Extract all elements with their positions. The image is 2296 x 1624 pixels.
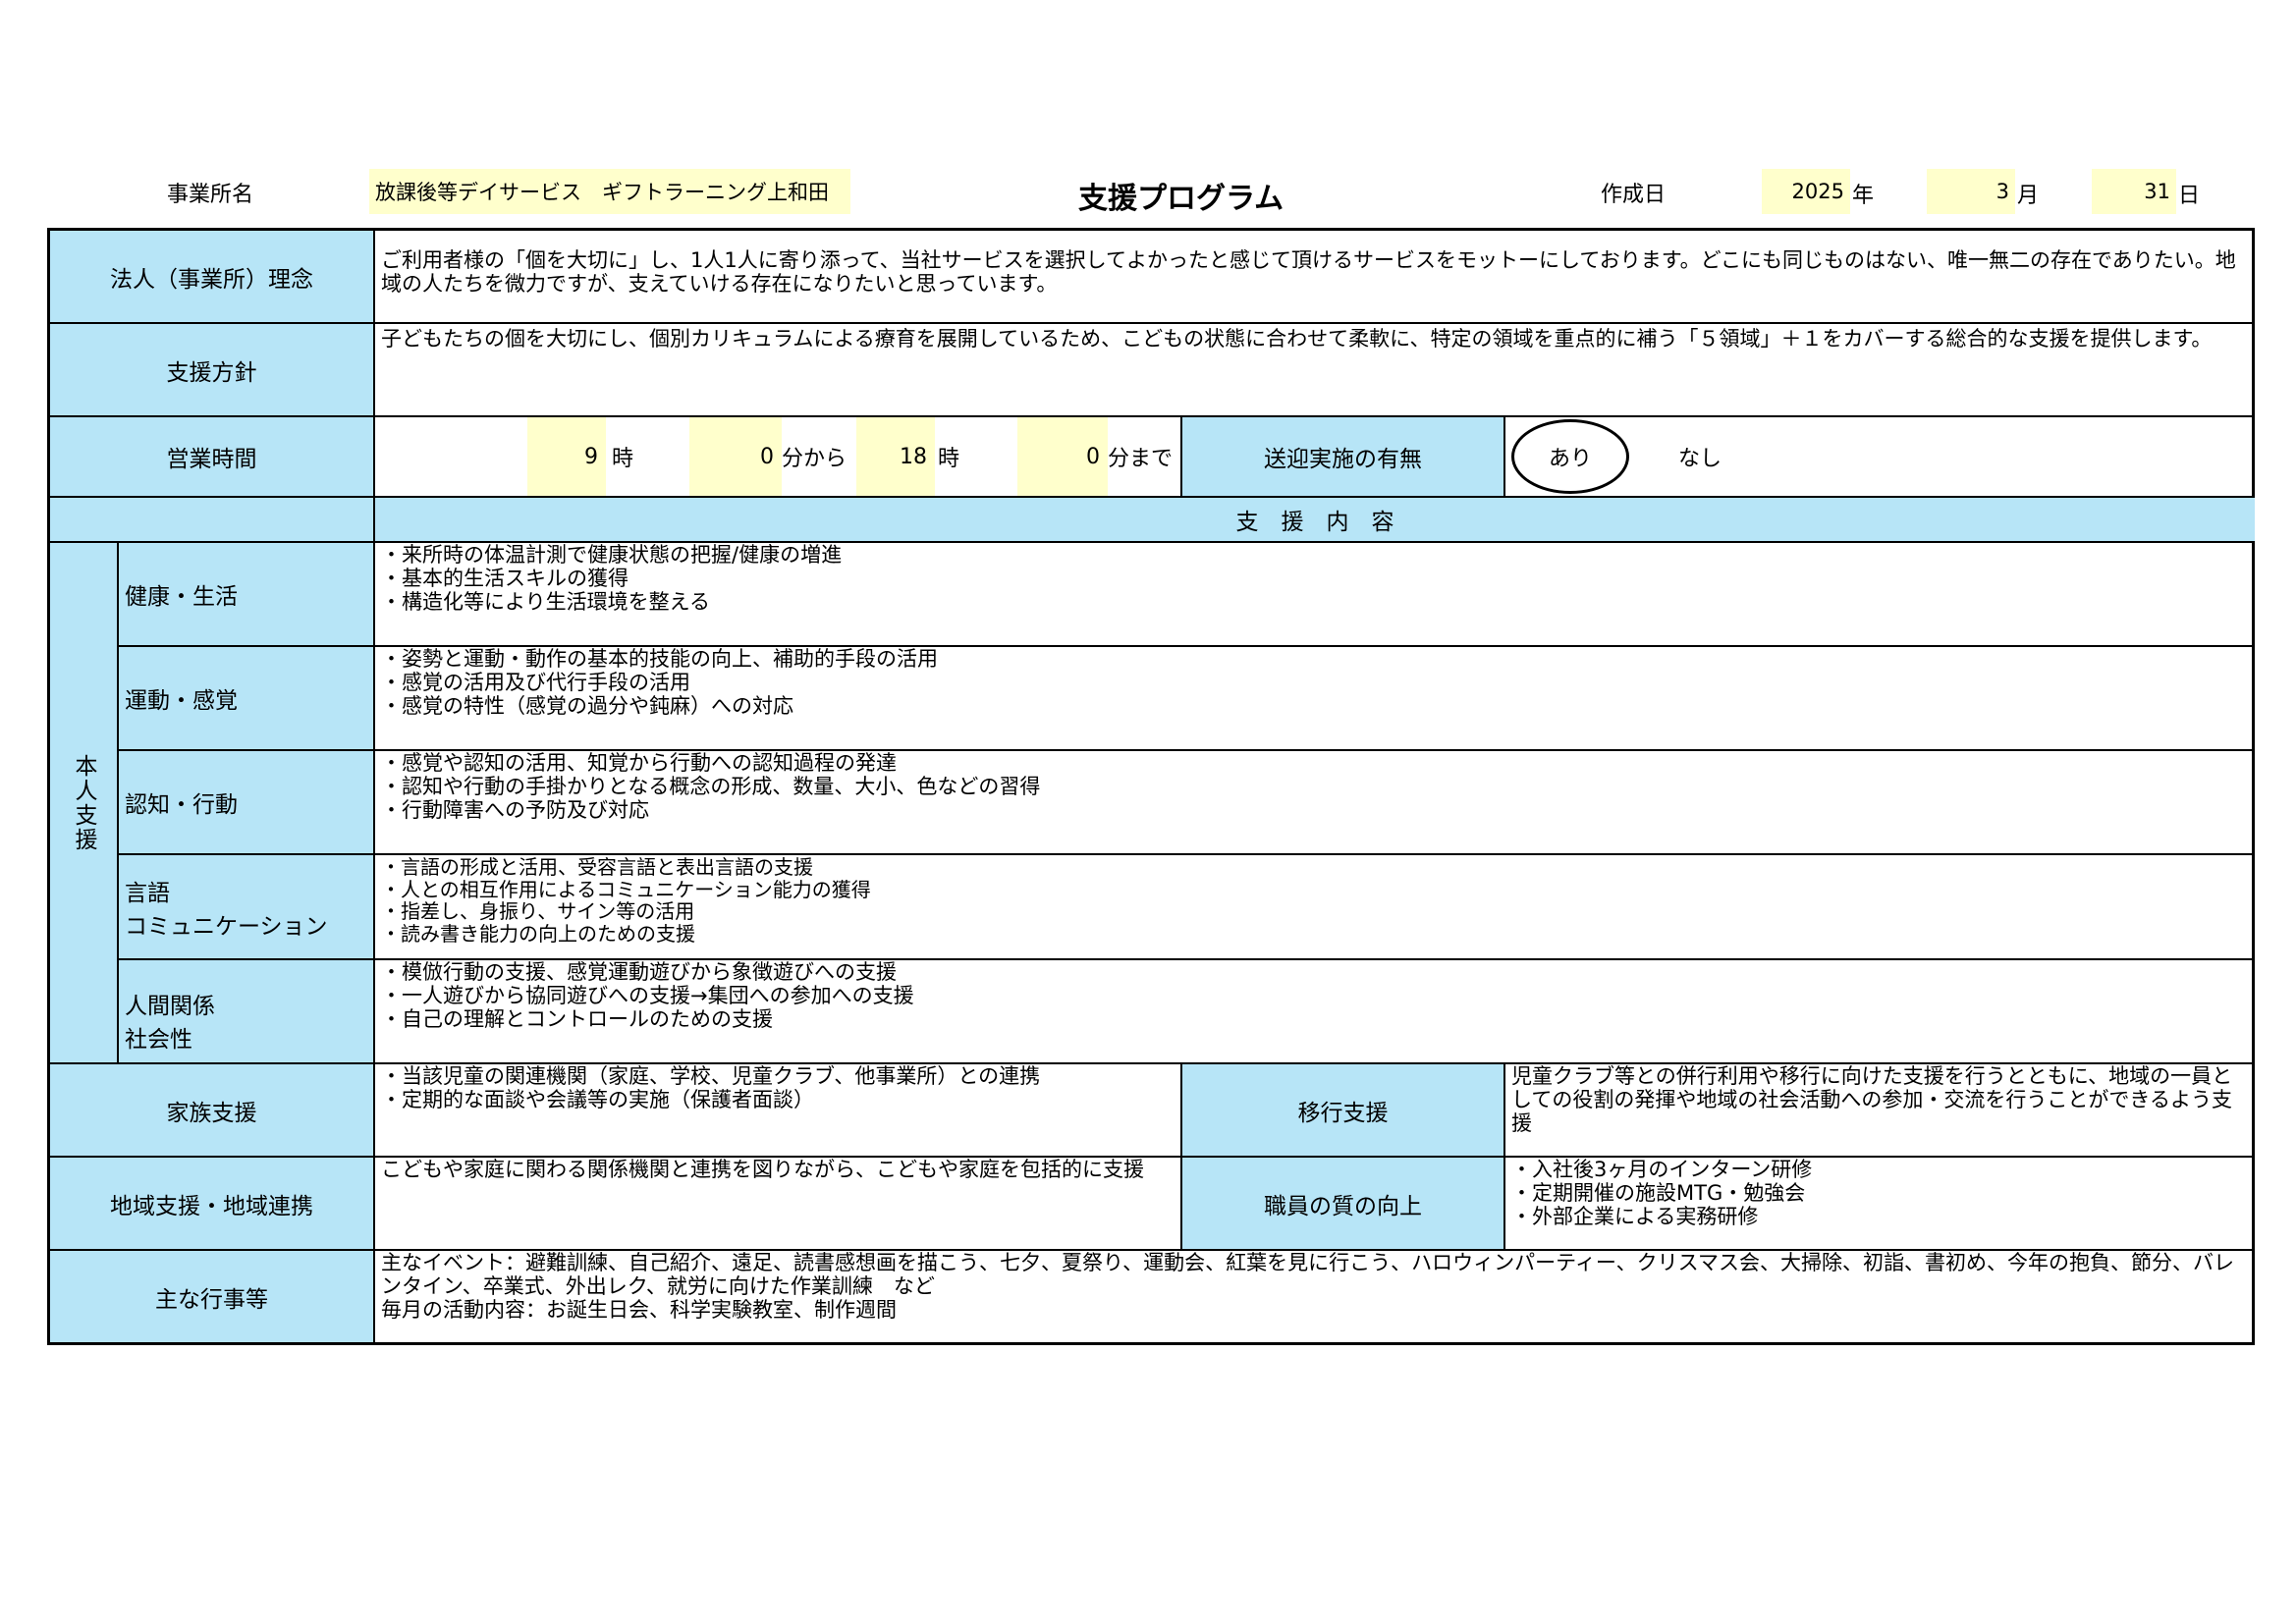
year-unit: 年	[1852, 184, 1875, 208]
end-hour-field[interactable]: 18	[856, 417, 935, 496]
domain-label-line: 人間関係	[125, 994, 215, 1019]
creation-date-label: 作成日	[1601, 183, 1667, 207]
office-name-field[interactable]: 放課後等デイサービス ギフトラーニング上和田	[369, 169, 850, 214]
list-item: ・外部企業による実務研修	[1511, 1205, 1759, 1228]
list-item: ・認知や行動の手掛かりとなる概念の形成、数量、大小、色などの習得	[381, 775, 1041, 798]
page-title: 支援プログラム	[1078, 182, 1285, 216]
list-item: ・言語の形成と活用、受容言語と表出言語の支援	[381, 855, 813, 879]
community-support-content[interactable]: こどもや家庭に関わる関係機関と連携を図りながら、こどもや家庭を包括的に支援	[375, 1158, 1182, 1251]
domain-social-content[interactable]: ・模倣行動の支援、感覚運動遊びから象徴遊びへの支援 ・一人遊びから協同遊びへの支…	[375, 960, 2255, 1064]
family-support-content[interactable]: ・当該児童の関連機関（家庭、学校、児童クラブ、他事業所）との連携 ・定期的な面談…	[375, 1064, 1182, 1158]
domain-health-life-label: 健康・生活	[119, 543, 375, 647]
list-item: ・読み書き能力の向上のための支援	[381, 921, 695, 946]
day-unit: 日	[2178, 184, 2201, 208]
transport-no-option[interactable]: なし	[1678, 417, 1722, 496]
domain-cognition-behavior-label: 認知・行動	[119, 751, 375, 855]
list-item: ・一人遊びから協同遊びへの支援→集団への参加への支援	[381, 984, 914, 1007]
domain-cognition-behavior-content[interactable]: ・感覚や認知の活用、知覚から行動への認知過程の発達 ・認知や行動の手掛かりとなる…	[375, 751, 2255, 855]
end-minute-unit: 分まで	[1108, 447, 1174, 471]
staff-quality-label: 職員の質の向上	[1182, 1158, 1505, 1251]
domain-social-label: 人間関係 社会性	[119, 960, 375, 1064]
list-item: ・構造化等により生活環境を整える	[381, 590, 710, 614]
transition-support-content[interactable]: 児童クラブ等との併行利用や移行に向けた支援を行うとともに、地域の一員としての役割…	[1505, 1064, 2255, 1158]
transport-options: あり なし	[1505, 417, 2255, 498]
domain-label-line: コミュニケーション	[125, 913, 328, 940]
month-unit: 月	[2017, 184, 2040, 208]
list-item: ・当該児童の関連機関（家庭、学校、児童クラブ、他事業所）との連携	[381, 1064, 1041, 1088]
transport-label: 送迎実施の有無	[1182, 417, 1505, 498]
self-support-label: 本人支援	[50, 543, 119, 1064]
office-name-label: 事業所名	[167, 183, 254, 207]
start-minute-unit: 分から	[782, 447, 847, 471]
list-item: ・感覚の特性（感覚の過分や鈍麻）への対応	[381, 694, 793, 718]
list-item: ・基本的生活スキルの獲得	[381, 567, 629, 590]
transport-yes-option[interactable]: あり	[1511, 419, 1629, 494]
year-field[interactable]: 2025	[1762, 169, 1850, 214]
events-content[interactable]: 主なイベント：避難訓練、自己紹介、遠足、読書感想画を描こう、七夕、夏祭り、運動会…	[375, 1251, 2255, 1342]
philosophy-label: 法人（事業所）理念	[50, 231, 375, 324]
list-item: ・行動障害への予防及び対応	[381, 798, 649, 822]
list-item: ・人との相互作用によるコミュニケーション能力の獲得	[381, 877, 871, 901]
domain-health-life-content[interactable]: ・来所時の体温計測で健康状態の把握/健康の増進 ・基本的生活スキルの獲得 ・構造…	[375, 543, 2255, 647]
events-label: 主な行事等	[50, 1251, 375, 1342]
list-item: ・姿勢と運動・動作の基本的技能の向上、補助的手段の活用	[381, 647, 938, 671]
list-item: ・感覚や認知の活用、知覚から行動への認知過程の発達	[381, 751, 897, 775]
events-main-text: 主なイベント：避難訓練、自己紹介、遠足、読書感想画を描こう、七夕、夏祭り、運動会…	[381, 1251, 2235, 1298]
philosophy-text[interactable]: ご利用者様の「個を大切に」し、1人1人に寄り添って、当社サービスを選択してよかっ…	[375, 231, 2255, 324]
list-item: ・入社後3ヶ月のインターン研修	[1511, 1158, 1813, 1181]
start-minute-field[interactable]: 0	[689, 417, 782, 496]
support-program-table: 法人（事業所）理念 ご利用者様の「個を大切に」し、1人1人に寄り添って、当社サー…	[47, 228, 2255, 1345]
community-support-label: 地域支援・地域連携	[50, 1158, 375, 1251]
domain-motor-sensory-content[interactable]: ・姿勢と運動・動作の基本的技能の向上、補助的手段の活用 ・感覚の活用及び代行手段…	[375, 647, 2255, 751]
business-hours-label: 営業時間	[50, 417, 375, 498]
month-field[interactable]: 3	[1927, 169, 2015, 214]
family-support-label: 家族支援	[50, 1064, 375, 1158]
domain-motor-sensory-label: 運動・感覚	[119, 647, 375, 751]
list-item: ・指差し、身振り、サイン等の活用	[381, 899, 695, 923]
day-field[interactable]: 31	[2092, 169, 2176, 214]
events-monthly-text: 毎月の活動内容：お誕生日会、科学実験教室、制作週間	[381, 1298, 897, 1322]
domain-language-communication-label: 言語 コミュニケーション	[119, 855, 375, 960]
policy-label: 支援方針	[50, 324, 375, 417]
list-item: ・自己の理解とコントロールのための支援	[381, 1007, 773, 1031]
end-hour-unit: 時	[938, 447, 960, 471]
content-header-spacer	[50, 498, 375, 543]
domain-language-communication-content[interactable]: ・言語の形成と活用、受容言語と表出言語の支援 ・人との相互作用によるコミュニケー…	[375, 855, 2255, 960]
list-item: ・定期的な面談や会議等の実施（保護者面談）	[381, 1088, 814, 1111]
domain-label-line: 社会性	[125, 1027, 192, 1053]
staff-quality-content[interactable]: ・入社後3ヶ月のインターン研修 ・定期開催の施設MTG・勉強会 ・外部企業による…	[1505, 1158, 2255, 1251]
business-hours-cell: 9 時 0 分から 18 時 0 分まで	[375, 417, 1182, 498]
transition-support-label: 移行支援	[1182, 1064, 1505, 1158]
list-item: ・来所時の体温計測で健康状態の把握/健康の増進	[381, 543, 843, 567]
policy-text[interactable]: 子どもたちの個を大切にし、個別カリキュラムによる療育を展開しているため、こどもの…	[375, 324, 2255, 417]
start-hour-unit: 時	[612, 447, 634, 471]
domain-label-line: 言語	[125, 880, 170, 906]
list-item: ・模倣行動の支援、感覚運動遊びから象徴遊びへの支援	[381, 960, 897, 984]
content-header: 支 援 内 容	[375, 498, 2255, 543]
start-hour-field[interactable]: 9	[527, 417, 606, 496]
self-support-label-text: 本人支援	[71, 753, 96, 852]
list-item: ・定期開催の施設MTG・勉強会	[1511, 1181, 1806, 1205]
list-item: ・感覚の活用及び代行手段の活用	[381, 671, 690, 694]
end-minute-field[interactable]: 0	[1017, 417, 1108, 496]
